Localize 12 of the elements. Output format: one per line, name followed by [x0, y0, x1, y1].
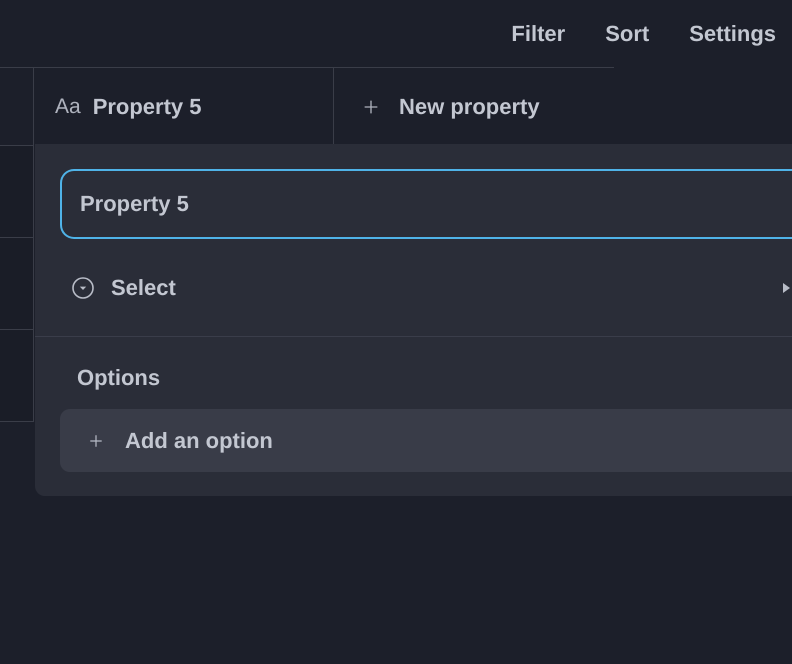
property-name-field[interactable]: Property 5 — [60, 169, 792, 239]
toolbar-button[interactable]: Filter — [511, 16, 566, 50]
text-type-icon: Aa — [55, 96, 81, 117]
add-option-button[interactable]: Add an option — [60, 409, 792, 472]
options-heading: Options — [77, 365, 160, 390]
new-property-button[interactable]: New property — [334, 68, 614, 145]
column-header[interactable]: Property 5 — [92, 96, 202, 118]
toolbar-button[interactable]: Sort — [605, 16, 650, 50]
type-menu-item[interactable]: Select — [35, 239, 792, 337]
dropdown-circle-icon — [72, 276, 94, 298]
caret-right-icon — [783, 282, 790, 292]
toolbar-button[interactable]: Settings — [689, 16, 776, 50]
